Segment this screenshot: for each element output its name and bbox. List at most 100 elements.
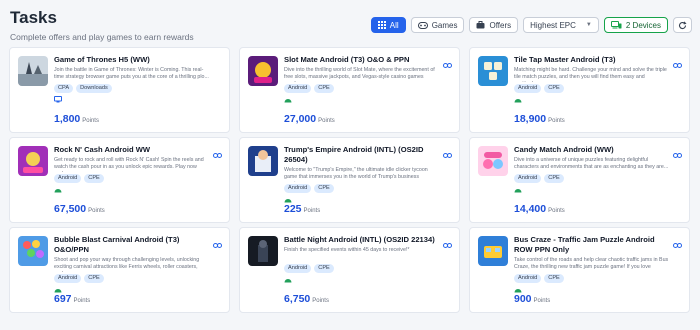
android-icon <box>514 96 669 104</box>
task-card[interactable]: Slot Mate Android (T3) O&O & PPN Dive in… <box>239 47 460 133</box>
points-label: Points <box>73 298 91 304</box>
filter-offers-button[interactable]: Offers <box>469 17 519 33</box>
points-label: Points <box>533 298 551 304</box>
task-description: Shoot and pop your way through challengi… <box>54 257 200 272</box>
task-card[interactable]: Battle Night Android (INTL) (OS2ID 22134… <box>239 227 460 313</box>
tag-badge: CPE <box>544 83 564 93</box>
tag-badge: Android <box>514 273 542 283</box>
tag-badge: CPE <box>314 183 334 193</box>
tag-badge: Android <box>54 273 82 283</box>
gamepad-icon <box>417 21 428 29</box>
link-icon[interactable] <box>673 235 682 253</box>
points-label: Points <box>82 118 99 124</box>
task-card[interactable]: Tile Tap Master Android (T3) Matching mi… <box>469 47 690 133</box>
tag-list: Android CPE <box>54 173 209 183</box>
task-description: Matching might be hard. Challenge your m… <box>514 67 667 82</box>
briefcase-icon <box>476 21 485 29</box>
devices-button[interactable]: 2 Devices <box>603 17 668 33</box>
points-display: 18,900 Points <box>514 113 565 125</box>
filter-toolbar: All Games Offers Highest EPC ▼ 2 Devices <box>370 17 692 33</box>
points-label: Points <box>303 208 321 214</box>
tag-list: CPA Downloads <box>54 83 209 93</box>
tag-badge: CPE <box>84 173 104 183</box>
android-icon <box>284 96 439 104</box>
android-icon <box>514 186 669 194</box>
tag-badge: CPE <box>84 273 104 283</box>
task-description: Join the battle in Game of Thrones: Wint… <box>54 67 209 81</box>
tag-badge: CPA <box>54 83 74 93</box>
task-description: Take control of the roads and help clear… <box>514 257 669 272</box>
sort-select[interactable]: Highest EPC ▼ <box>523 17 599 33</box>
devices-label: 2 Devices <box>625 20 661 30</box>
task-grid: Game of Thrones H5 (WW) Join the battle … <box>9 47 691 313</box>
points-display: 67,500 Points <box>54 203 105 215</box>
tag-badge: Android <box>284 83 312 93</box>
points-value: 900 <box>514 293 532 305</box>
link-icon[interactable] <box>213 145 222 163</box>
link-icon[interactable] <box>673 55 682 73</box>
task-title: Slot Mate Android (T3) O&O & PPN <box>284 55 410 64</box>
chevron-down-icon: ▼ <box>585 22 592 28</box>
task-title: Rock N' Cash Android WW <box>54 145 151 154</box>
tag-badge: Android <box>284 183 312 193</box>
tag-list: Android CPE <box>284 183 439 193</box>
points-value: 14,400 <box>514 203 547 215</box>
tag-badge: Android <box>54 173 82 183</box>
tag-badge: Downloads <box>76 83 112 93</box>
points-value: 6,750 <box>284 293 311 305</box>
game-thumbnail <box>18 236 48 266</box>
points-label: Points <box>318 118 335 124</box>
task-title: Bus Craze - Traffic Jam Puzzle Android R… <box>514 235 655 254</box>
task-card-body: Rock N' Cash Android WW Get ready to roc… <box>54 145 209 194</box>
points-value: 697 <box>54 293 72 305</box>
game-thumbnail <box>18 146 48 176</box>
game-thumbnail <box>478 146 508 176</box>
points-display: 14,400 Points <box>514 203 565 215</box>
sort-select-value: Highest EPC <box>530 20 576 30</box>
game-thumbnail <box>18 56 48 86</box>
task-card-body: Candy Match Android (WW) Dive into a uni… <box>514 145 669 194</box>
task-description: Finish the specified events within 45 da… <box>284 247 410 253</box>
refresh-button[interactable] <box>673 17 692 33</box>
tag-badge: CPE <box>544 173 564 183</box>
filter-games-button[interactable]: Games <box>410 17 465 33</box>
points-display: 225 Points <box>284 203 320 215</box>
game-thumbnail <box>248 56 278 86</box>
page-title: Tasks <box>10 8 57 27</box>
link-icon[interactable] <box>443 55 452 73</box>
link-icon[interactable] <box>673 145 682 163</box>
task-title: Battle Night Android (INTL) (OS2ID 22134… <box>284 235 435 244</box>
task-card[interactable]: Rock N' Cash Android WW Get ready to roc… <box>9 137 230 223</box>
link-icon[interactable] <box>213 235 222 253</box>
task-card[interactable]: Trump's Empire Android (INTL) (OS2ID 265… <box>239 137 460 223</box>
points-display: 27,000 Points <box>284 113 335 125</box>
task-card[interactable]: Bus Craze - Traffic Jam Puzzle Android R… <box>469 227 690 313</box>
task-description: Get ready to rock and roll with Rock N' … <box>54 157 204 172</box>
task-card[interactable]: Candy Match Android (WW) Dive into a uni… <box>469 137 690 223</box>
points-value: 1,800 <box>54 113 81 125</box>
game-thumbnail <box>248 146 278 176</box>
tag-badge: CPE <box>314 263 334 273</box>
game-thumbnail <box>478 56 508 86</box>
points-display: 697 Points <box>54 293 90 305</box>
task-card[interactable]: Game of Thrones H5 (WW) Join the battle … <box>9 47 230 133</box>
filter-offers-label: Offers <box>489 20 512 30</box>
task-card-body: Game of Thrones H5 (WW) Join the battle … <box>54 55 209 104</box>
link-icon[interactable] <box>443 235 452 253</box>
points-label: Points <box>548 118 565 124</box>
refresh-icon <box>678 20 687 30</box>
points-value: 67,500 <box>54 203 87 215</box>
grid-icon <box>377 21 386 29</box>
tag-list: Android CPE <box>514 173 669 183</box>
link-icon[interactable] <box>443 145 452 163</box>
game-thumbnail <box>478 236 508 266</box>
points-value: 27,000 <box>284 113 317 125</box>
tag-badge: Android <box>514 173 542 183</box>
task-description: Welcome to "Trump's Empire," the ultimat… <box>284 167 428 182</box>
tag-list: Android CPE <box>514 83 669 93</box>
android-icon <box>54 186 209 194</box>
points-value: 225 <box>284 203 302 215</box>
task-card[interactable]: Bubble Blast Carnival Android (T3) O&O/P… <box>9 227 230 313</box>
points-label: Points <box>548 208 565 214</box>
filter-all-button[interactable]: All <box>370 17 406 33</box>
